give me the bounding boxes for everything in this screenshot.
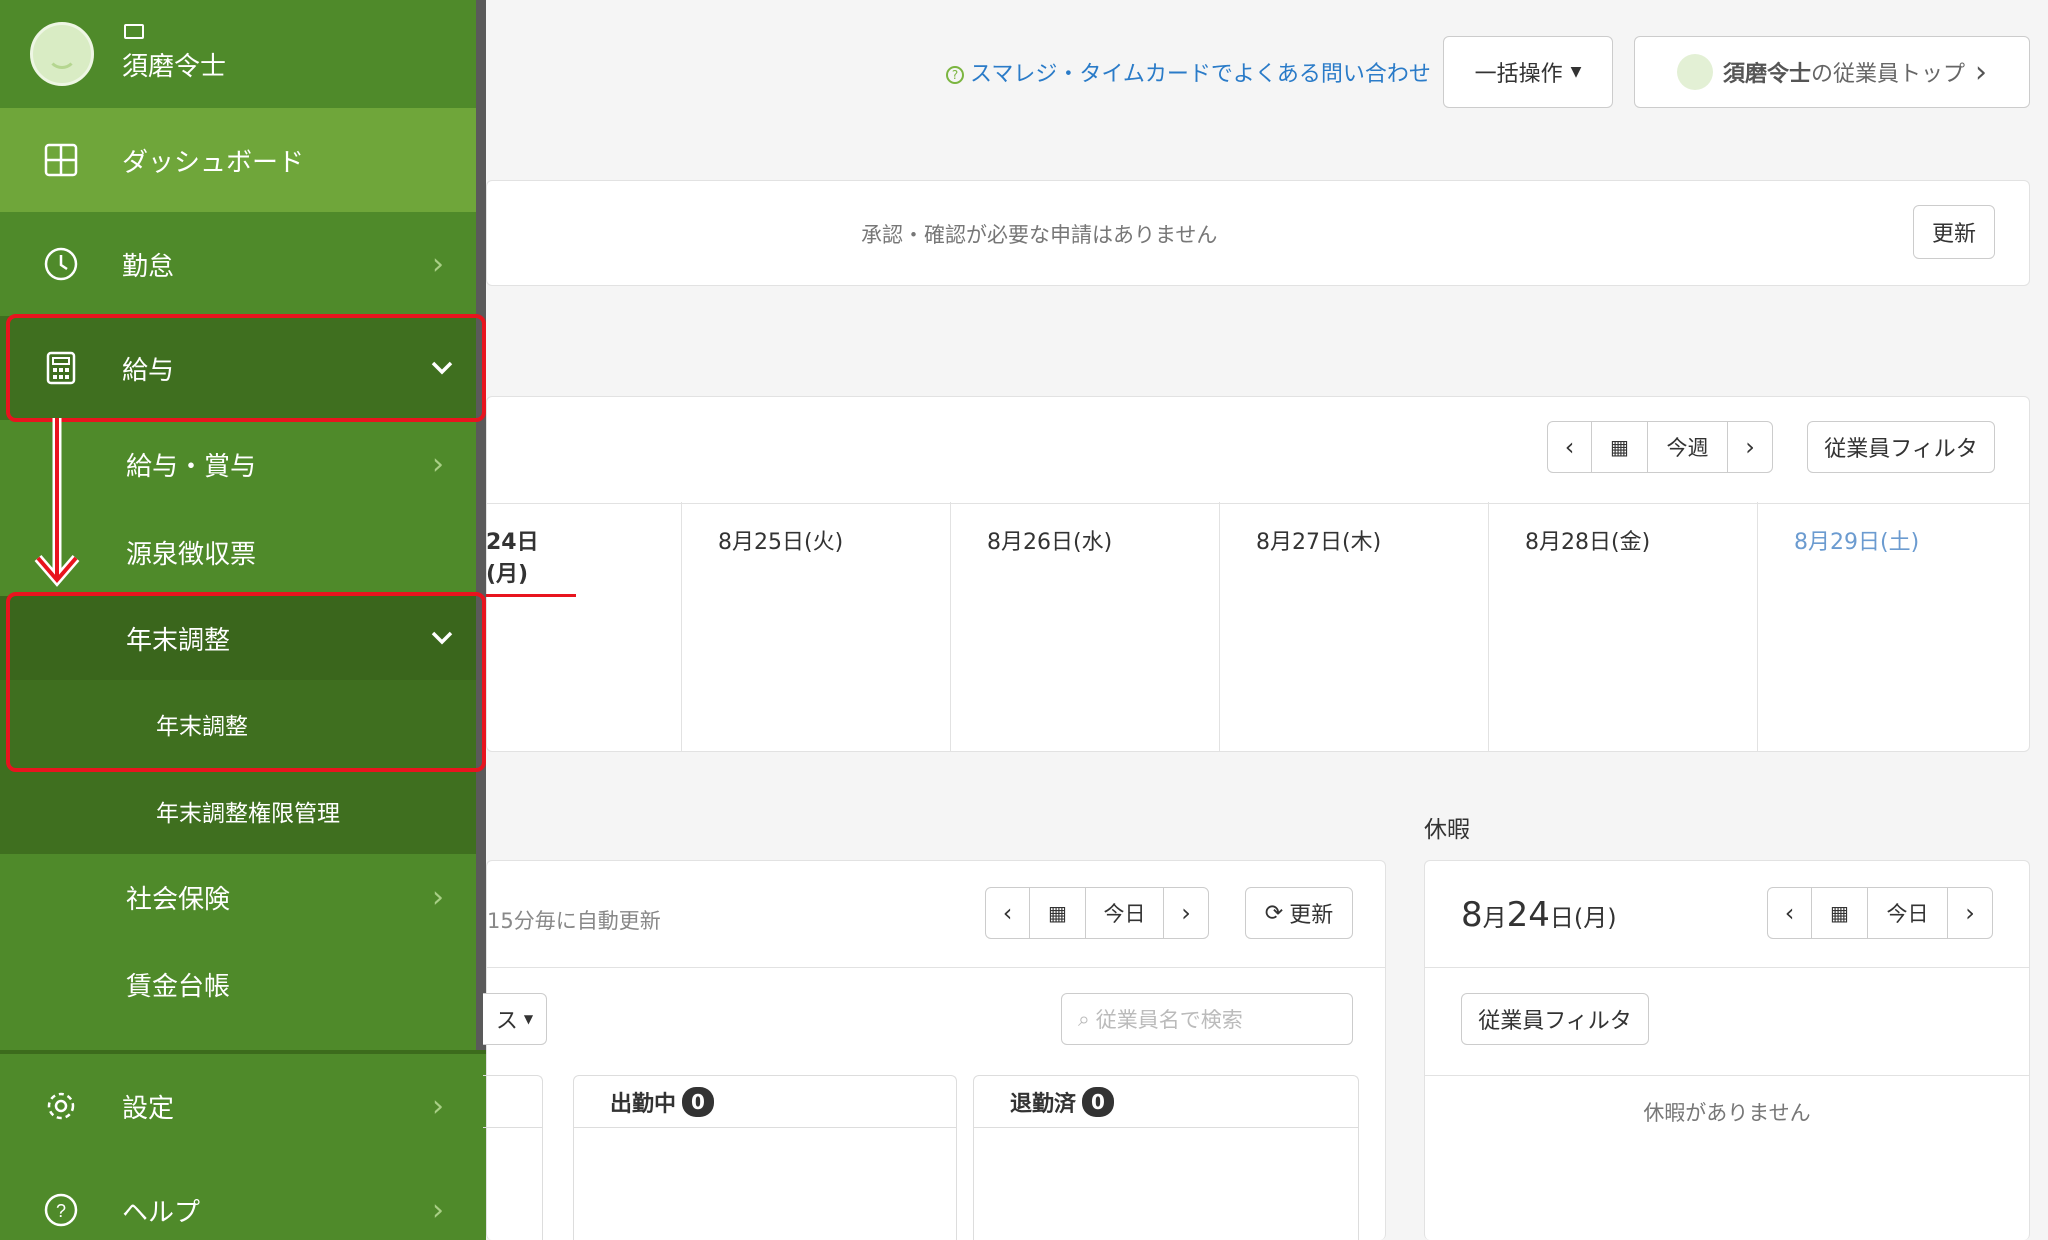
employee-filter-button[interactable]: 従業員フィルタ	[1461, 993, 1649, 1045]
next-day-button[interactable]: ›	[1948, 888, 1992, 938]
refresh-button[interactable]: ⟳ 更新	[1245, 887, 1353, 939]
sidebar-item-label: 賃金台帳	[126, 972, 231, 1002]
dashboard-icon	[44, 143, 78, 177]
this-week-button[interactable]: 今週	[1648, 422, 1728, 472]
leave-section-title: 休暇	[1424, 817, 1470, 843]
column-title: 出勤中	[610, 1091, 677, 1117]
chevron-right-icon: ›	[432, 1192, 444, 1228]
count-badge: 0	[682, 1086, 715, 1117]
status-column-working: 出勤中 0	[573, 1075, 957, 1240]
chevron-right-icon: ›	[432, 1088, 444, 1124]
refresh-icon: ⟳	[1264, 900, 1284, 926]
sidebar-item-dashboard[interactable]: ダッシュボード	[0, 108, 476, 212]
red-arrow-icon	[34, 418, 80, 587]
avatar	[30, 22, 94, 86]
sidebar-item-help[interactable]: ? ヘルプ ›	[0, 1158, 476, 1240]
next-week-button[interactable]: ›	[1728, 422, 1772, 472]
day-nav-group: ‹ ▦ 今日 ›	[985, 887, 1209, 939]
sidebar-item-label: 勤怠	[122, 251, 175, 282]
day-label: 8月27日(木)	[1256, 530, 1382, 555]
sidebar-scrollbar[interactable]	[476, 0, 486, 1050]
day-label: 8月28日(金)	[1525, 530, 1651, 555]
calendar-icon[interactable]: ▦	[1592, 422, 1648, 472]
chevron-right-icon: ›	[432, 446, 444, 482]
attendance-card: 15分毎に自動更新 ‹ ▦ 今日 › ⟳ 更新 ス ▼ ⌕ 従業員名で検索 出勤中 0 …	[483, 860, 1386, 1240]
sidebar-item-label: 設定	[122, 1093, 175, 1124]
chevron-right-icon: ›	[1975, 54, 1988, 90]
avatar	[1676, 54, 1713, 90]
count-badge: 0	[1082, 1086, 1115, 1117]
today-button[interactable]: 今日	[1086, 888, 1164, 938]
sidebar-item-label: 年末調整権限管理	[156, 801, 340, 827]
sidebar-item-wage-ledger[interactable]: 賃金台帳	[0, 940, 476, 1050]
day-column[interactable]: 8月26日(水)	[951, 502, 1220, 752]
day-label: 8月25日(火)	[718, 530, 844, 555]
sidebar-item-label: 社会保険	[126, 884, 231, 915]
employee-filter-button[interactable]: 従業員フィルタ	[1807, 421, 1995, 473]
prev-day-button[interactable]: ‹	[1768, 888, 1812, 938]
bulk-action-button[interactable]: 一括操作 ▼	[1443, 36, 1613, 108]
day-label: 8月26日(水)	[987, 530, 1113, 555]
id-card-icon	[124, 24, 144, 39]
leave-empty-message: 休暇がありません	[1643, 1101, 1811, 1125]
day-column[interactable]: 8月27日(木)	[1220, 502, 1489, 752]
status-column-left: 退勤済 0	[973, 1075, 1359, 1240]
auto-refresh-note: 15分毎に自動更新	[487, 909, 661, 933]
help-icon: ?	[44, 1193, 78, 1227]
clock-icon	[44, 247, 78, 281]
refresh-button[interactable]: 更新	[1913, 205, 1995, 259]
status-dropdown[interactable]: ス ▼	[483, 993, 547, 1045]
highlight-box-year-end	[6, 592, 486, 772]
highlight-box-payroll	[6, 314, 486, 422]
day-label-today: 24日(月)	[486, 524, 576, 597]
leave-date: 8月24日(月)	[1461, 895, 1617, 935]
approvals-message: 承認・確認が必要な申請はありません	[861, 223, 1218, 247]
chevron-right-icon: ›	[432, 246, 444, 282]
day-column[interactable]: 8月28日(金)	[1489, 502, 1758, 752]
sidebar-item-attendance[interactable]: 勤怠 ›	[0, 212, 476, 316]
week-nav-group: ‹ ▦ 今週 ›	[1547, 421, 1773, 473]
sidebar-item-year-end-permissions[interactable]: 年末調整権限管理	[0, 768, 476, 854]
prev-week-button[interactable]: ‹	[1548, 422, 1592, 472]
svg-text:?: ?	[56, 1201, 66, 1221]
faq-link[interactable]: ? スマレジ・タイムカードでよくある問い合わせ	[946, 56, 1431, 88]
caret-down-icon: ▼	[1570, 64, 1582, 80]
prev-day-button[interactable]: ‹	[986, 888, 1030, 938]
user-name: 須磨令士	[122, 52, 227, 82]
calendar-icon[interactable]: ▦	[1812, 888, 1868, 938]
sidebar-item-label: ヘルプ	[122, 1197, 201, 1228]
day-label-saturday: 8月29日(土)	[1794, 530, 1920, 555]
search-icon: ⌕	[1078, 1006, 1090, 1031]
leave-day-nav-group: ‹ ▦ 今日 ›	[1767, 887, 1993, 939]
column-title: 退勤済	[1010, 1091, 1077, 1117]
question-icon: ?	[946, 66, 964, 84]
leave-card: 8月24日(月) ‹ ▦ 今日 › 従業員フィルタ 休暇がありません	[1424, 860, 2030, 1240]
gear-icon	[47, 1092, 75, 1120]
employee-top-button[interactable]: 須磨令士 の従業員トップ ›	[1634, 36, 2030, 108]
chevron-right-icon: ›	[432, 879, 444, 915]
sidebar-item-label: 源泉徴収票	[126, 539, 257, 570]
sidebar-item-social-insurance[interactable]: 社会保険 ›	[0, 854, 476, 940]
today-button[interactable]: 今日	[1868, 888, 1948, 938]
day-column[interactable]: 8月29日(土)	[1758, 502, 2027, 752]
sidebar-item-label: ダッシュボード	[122, 147, 305, 178]
day-column[interactable]: 24日(月)	[486, 502, 682, 752]
sidebar-item-label: 給与・賞与	[126, 451, 257, 482]
approvals-card: 承認・確認が必要な申請はありません 更新	[486, 180, 2030, 286]
next-day-button[interactable]: ›	[1164, 888, 1208, 938]
employee-search-input[interactable]: ⌕ 従業員名で検索	[1061, 993, 1353, 1045]
status-column	[483, 1075, 543, 1240]
sidebar-item-settings[interactable]: 設定 ›	[0, 1054, 476, 1158]
calendar-icon[interactable]: ▦	[1030, 888, 1086, 938]
day-column[interactable]: 8月25日(火)	[682, 502, 951, 752]
user-profile[interactable]: 須磨令士	[0, 0, 476, 108]
caret-down-icon: ▼	[523, 1012, 534, 1026]
